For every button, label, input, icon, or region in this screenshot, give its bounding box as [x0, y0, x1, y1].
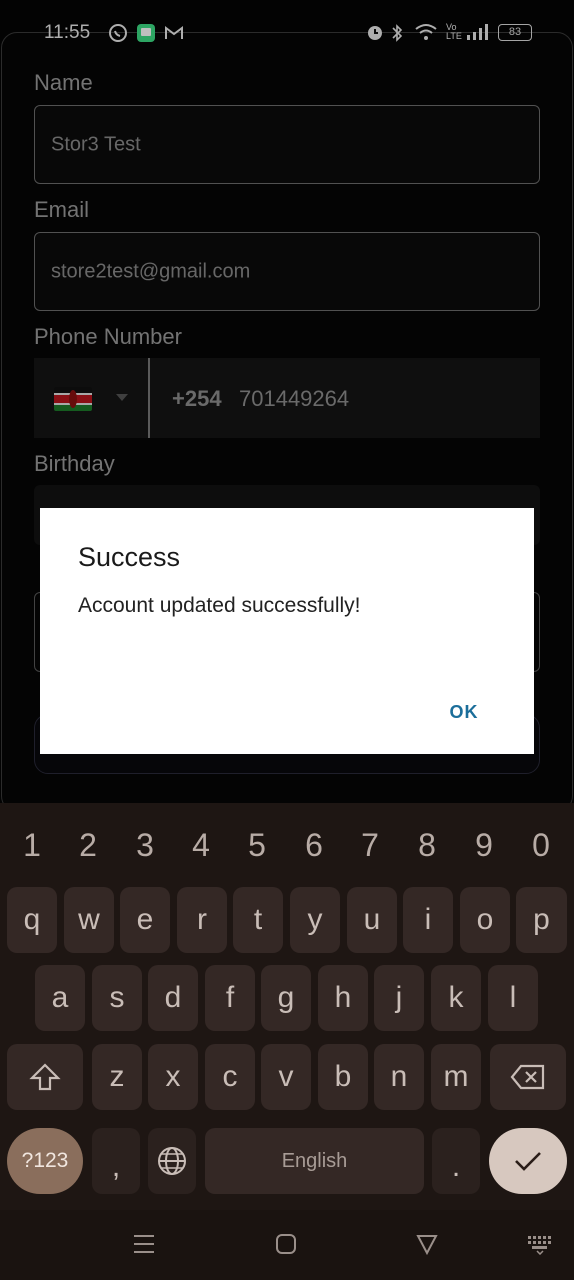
system-nav-bar: [0, 1210, 574, 1280]
home-icon[interactable]: [266, 1224, 306, 1264]
back-icon[interactable]: [407, 1224, 447, 1264]
key-q[interactable]: q: [7, 887, 57, 953]
enter-key[interactable]: [489, 1128, 567, 1194]
dialog-message: Account updated successfully!: [78, 594, 361, 617]
shift-key[interactable]: [7, 1044, 83, 1110]
key-k[interactable]: k: [431, 965, 481, 1031]
key-h[interactable]: h: [318, 965, 368, 1031]
key-6[interactable]: 6: [286, 815, 342, 875]
key-j[interactable]: j: [374, 965, 424, 1031]
key-2[interactable]: 2: [60, 815, 116, 875]
comma-key[interactable]: ,: [92, 1128, 140, 1194]
key-8[interactable]: 8: [399, 815, 455, 875]
space-key[interactable]: English: [205, 1128, 424, 1194]
key-b[interactable]: b: [318, 1044, 368, 1110]
key-f[interactable]: f: [205, 965, 255, 1031]
key-a[interactable]: a: [35, 965, 85, 1031]
key-s[interactable]: s: [92, 965, 142, 1031]
menu-icon[interactable]: [124, 1224, 164, 1264]
key-0[interactable]: 0: [513, 815, 569, 875]
checkmark-icon: [515, 1152, 541, 1171]
key-g[interactable]: g: [261, 965, 311, 1031]
key-1[interactable]: 1: [4, 815, 60, 875]
number-row: 1 2 3 4 5 6 7 8 9 0: [0, 815, 574, 875]
key-u[interactable]: u: [347, 887, 397, 953]
key-3[interactable]: 3: [117, 815, 173, 875]
key-y[interactable]: y: [290, 887, 340, 953]
success-dialog: Success Account updated successfully! OK: [40, 508, 534, 754]
backspace-icon: [510, 1064, 545, 1090]
dialog-title: Success: [78, 542, 181, 572]
language-key[interactable]: [148, 1128, 196, 1194]
key-p[interactable]: p: [516, 887, 567, 953]
key-5[interactable]: 5: [229, 815, 285, 875]
key-9[interactable]: 9: [456, 815, 512, 875]
key-m[interactable]: m: [431, 1044, 481, 1110]
backspace-key[interactable]: [490, 1044, 566, 1110]
symbols-key[interactable]: ?123: [7, 1128, 83, 1194]
key-c[interactable]: c: [205, 1044, 255, 1110]
key-i[interactable]: i: [403, 887, 453, 953]
key-x[interactable]: x: [148, 1044, 198, 1110]
key-r[interactable]: r: [177, 887, 227, 953]
key-t[interactable]: t: [233, 887, 283, 953]
ok-button[interactable]: OK: [436, 694, 492, 730]
key-7[interactable]: 7: [342, 815, 398, 875]
key-n[interactable]: n: [374, 1044, 424, 1110]
globe-icon: [158, 1147, 186, 1175]
keyboard-switch-icon[interactable]: [520, 1224, 560, 1264]
key-v[interactable]: v: [261, 1044, 311, 1110]
soft-keyboard: 1 2 3 4 5 6 7 8 9 0 q w e r t y u i o p …: [0, 803, 574, 1280]
key-w[interactable]: w: [64, 887, 114, 953]
key-d[interactable]: d: [148, 965, 198, 1031]
key-l[interactable]: l: [488, 965, 538, 1031]
key-o[interactable]: o: [460, 887, 510, 953]
key-z[interactable]: z: [92, 1044, 142, 1110]
period-key[interactable]: .: [432, 1128, 480, 1194]
key-4[interactable]: 4: [173, 815, 229, 875]
shift-icon: [29, 1063, 61, 1091]
key-e[interactable]: e: [120, 887, 170, 953]
